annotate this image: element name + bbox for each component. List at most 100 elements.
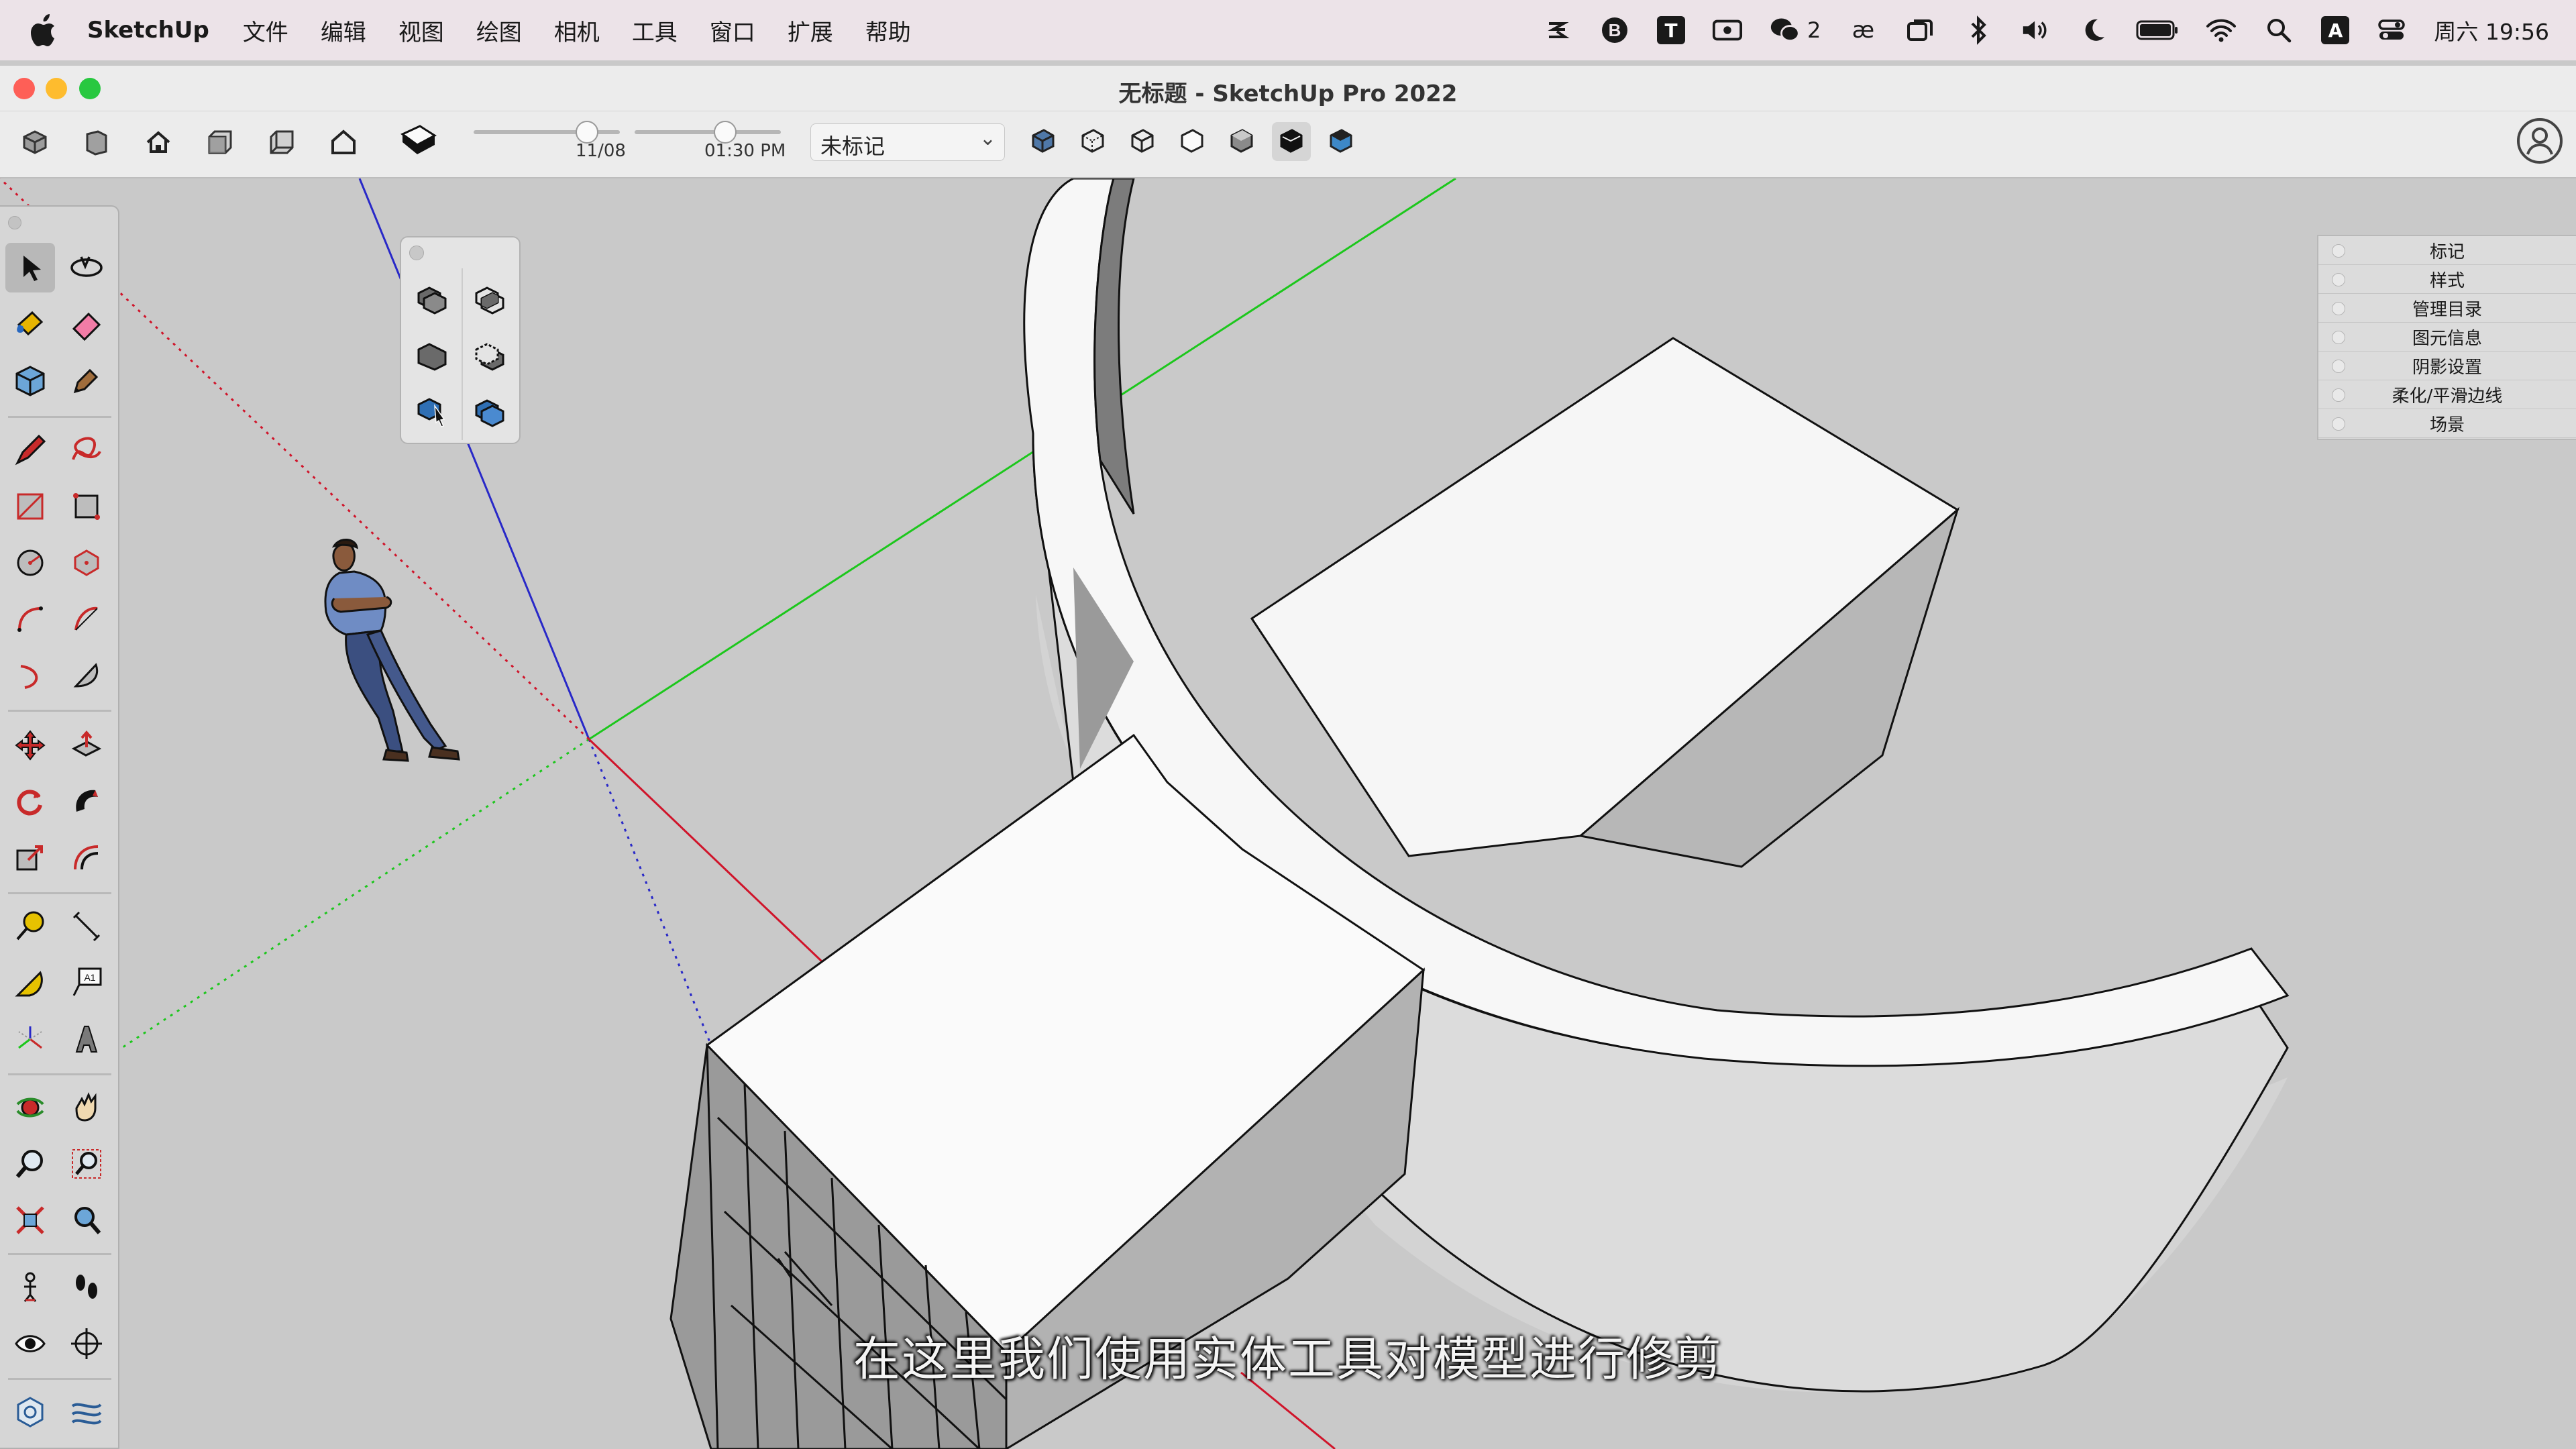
back-edges-style-icon[interactable] [1077,126,1107,156]
move-tool[interactable] [5,720,55,770]
tape-measure-tool[interactable] [5,902,55,951]
control-center-icon[interactable] [2376,15,2407,46]
line-tool[interactable] [5,425,55,475]
previous-view-tool[interactable] [62,1195,111,1245]
orbit-tool[interactable] [5,1083,55,1132]
zoom-window-tool[interactable] [62,1139,111,1189]
volume-icon[interactable] [2021,15,2051,46]
scene-canvas[interactable] [0,178,2576,1449]
input-method-icon[interactable]: A [2321,16,2350,44]
axes-tool[interactable] [5,1014,55,1064]
apple-menu-icon[interactable] [27,11,60,49]
front-view-icon[interactable] [205,127,235,157]
sandbox-from-contours-tool[interactable] [5,1387,55,1437]
do-not-disturb-moon-icon[interactable] [2078,15,2109,46]
tray-scenes[interactable]: 场景 [2318,409,2576,438]
tag-tool[interactable] [62,356,111,405]
rectangle-tool[interactable] [5,482,55,531]
home-view-icon[interactable] [144,127,173,157]
tray-styles[interactable]: 样式 [2318,265,2576,294]
back-box[interactable] [1250,337,1960,868]
sandbox-from-scratch-tool[interactable] [62,1387,111,1437]
wireframe-style-icon[interactable] [1127,126,1157,156]
orbit-lasso-tool[interactable] [62,243,111,292]
tray-tags[interactable]: 标记 [2318,236,2576,265]
two-point-arc-tool[interactable] [62,594,111,644]
palette-grip[interactable] [8,216,21,229]
window-switcher-icon[interactable] [1905,15,1936,46]
arc-tool[interactable] [5,594,55,644]
rotated-rectangle-tool[interactable] [62,482,111,531]
split-tool[interactable] [467,389,513,435]
tray-expand-dot[interactable] [2332,244,2345,258]
subtract-tool[interactable] [467,333,513,378]
paint-bucket-tool[interactable] [5,299,55,349]
three-point-arc-tool[interactable] [5,651,55,700]
app-menu-sketchup[interactable]: SketchUp [87,17,209,44]
bartender-icon[interactable]: B [1599,15,1630,46]
rotate-tool[interactable] [5,777,55,826]
tray-expand-dot[interactable] [2332,417,2345,431]
protractor-tool[interactable] [5,958,55,1008]
scale-figure-person[interactable] [324,539,460,762]
wifi-icon[interactable] [2206,15,2237,46]
menu-help[interactable]: 帮助 [865,14,911,47]
pie-tool[interactable] [62,651,111,700]
tray-expand-dot[interactable] [2332,331,2345,344]
eraser-tool[interactable] [62,299,111,349]
components-icon[interactable] [82,127,111,157]
bluetooth-icon[interactable] [1963,15,1994,46]
walk-tool[interactable] [62,1263,111,1312]
polygon-tool[interactable] [62,538,111,588]
scale-tool[interactable] [5,833,55,883]
trim-tool[interactable] [409,389,455,435]
menu-window[interactable]: 窗口 [710,14,755,47]
circle-tool[interactable] [5,538,55,588]
text-tool-status-icon[interactable]: T [1657,16,1686,44]
components-tool[interactable] [5,356,55,405]
tray-shadows[interactable]: 阴影设置 [2318,352,2576,380]
solid-palette-grip[interactable] [409,246,424,260]
hidden-line-style-icon[interactable] [1177,126,1206,156]
tray-expand-dot[interactable] [2332,302,2345,315]
model-info-icon[interactable] [20,127,50,157]
screen-record-icon[interactable] [1712,15,1743,46]
union-tool[interactable] [409,333,455,378]
tray-expand-dot[interactable] [2332,360,2345,373]
model-viewport[interactable] [0,178,2576,1449]
follow-me-tool[interactable] [62,777,111,826]
zoom-extents-tool[interactable] [5,1195,55,1245]
intersect-tool[interactable] [467,276,513,322]
ae-ligature-icon[interactable]: æ [1847,15,1878,46]
shadow-date-slider-knob[interactable] [576,121,598,144]
push-pull-tool[interactable] [62,720,111,770]
menu-extensions[interactable]: 扩展 [788,14,833,47]
shadow-time-slider-track[interactable] [635,130,781,134]
menu-draw[interactable]: 绘图 [476,14,522,47]
shaded-style-icon[interactable] [1226,126,1256,156]
tray-entity-info[interactable]: 图元信息 [2318,323,2576,352]
freehand-tool[interactable] [62,425,111,475]
pan-tool[interactable] [62,1083,111,1132]
menu-tools[interactable]: 工具 [632,14,678,47]
tray-expand-dot[interactable] [2332,388,2345,402]
spotlight-search-icon[interactable] [2263,15,2294,46]
menu-file[interactable]: 文件 [243,14,288,47]
dimension-tool[interactable] [62,902,111,951]
house-outline-icon[interactable] [329,127,358,157]
shaded-with-textures-style-icon[interactable] [1276,126,1305,156]
tray-outliner[interactable]: 管理目录 [2318,294,2576,323]
menu-camera[interactable]: 相机 [554,14,600,47]
tray-expand-dot[interactable] [2332,273,2345,286]
select-tool[interactable] [5,243,55,292]
active-tag-select[interactable]: 未标记 ⌄ [810,123,1005,161]
account-avatar-icon[interactable] [2517,118,2563,164]
menu-edit[interactable]: 编辑 [321,14,366,47]
back-view-icon[interactable] [267,127,297,157]
menubar-clock[interactable]: 周六 19:56 [2434,14,2549,46]
tray-soften-edges[interactable]: 柔化/平滑边线 [2318,380,2576,409]
wechat-icon[interactable] [1770,15,1801,46]
text-tool[interactable]: A1 [62,958,111,1008]
outer-shell-tool[interactable] [409,276,455,322]
shadows-toggle-icon[interactable] [397,121,440,164]
